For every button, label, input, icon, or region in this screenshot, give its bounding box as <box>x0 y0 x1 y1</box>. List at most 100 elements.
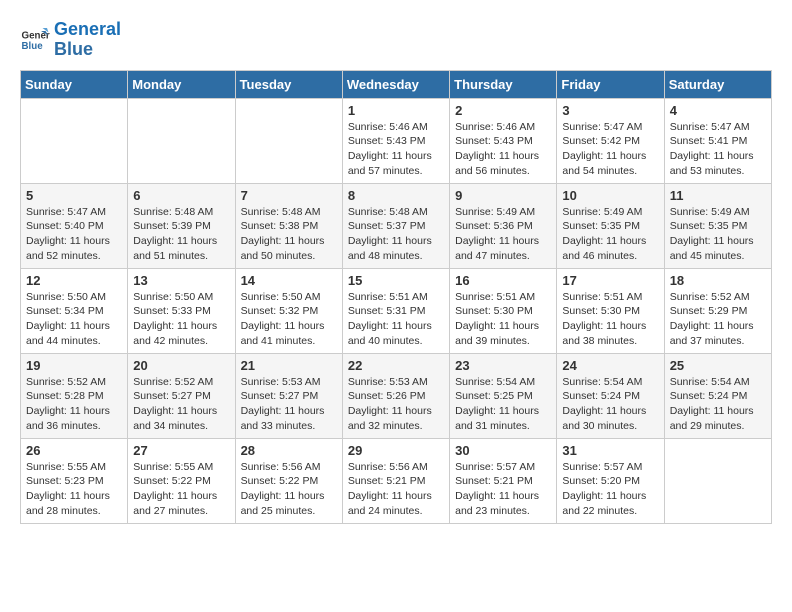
calendar-cell: 27 Sunrise: 5:55 AMSunset: 5:22 PMDayligh… <box>128 438 235 523</box>
calendar-cell <box>21 98 128 183</box>
day-number: 16 <box>455 273 551 288</box>
svg-text:Blue: Blue <box>22 41 44 52</box>
day-number: 21 <box>241 358 337 373</box>
cell-info: Sunrise: 5:52 AMSunset: 5:28 PMDaylight:… <box>26 375 122 434</box>
weekday-header: Saturday <box>664 70 771 98</box>
calendar-header-row: SundayMondayTuesdayWednesdayThursdayFrid… <box>21 70 772 98</box>
calendar-cell: 26 Sunrise: 5:55 AMSunset: 5:23 PMDayligh… <box>21 438 128 523</box>
calendar-cell: 29 Sunrise: 5:56 AMSunset: 5:21 PMDayligh… <box>342 438 449 523</box>
weekday-header: Sunday <box>21 70 128 98</box>
calendar-week-row: 19 Sunrise: 5:52 AMSunset: 5:28 PMDayligh… <box>21 353 772 438</box>
day-number: 10 <box>562 188 658 203</box>
calendar-table: SundayMondayTuesdayWednesdayThursdayFrid… <box>20 70 772 524</box>
cell-info: Sunrise: 5:50 AMSunset: 5:34 PMDaylight:… <box>26 290 122 349</box>
cell-info: Sunrise: 5:50 AMSunset: 5:33 PMDaylight:… <box>133 290 229 349</box>
day-number: 27 <box>133 443 229 458</box>
calendar-cell <box>128 98 235 183</box>
cell-info: Sunrise: 5:52 AMSunset: 5:29 PMDaylight:… <box>670 290 766 349</box>
cell-info: Sunrise: 5:55 AMSunset: 5:22 PMDaylight:… <box>133 460 229 519</box>
day-number: 26 <box>26 443 122 458</box>
day-number: 29 <box>348 443 444 458</box>
weekday-header: Wednesday <box>342 70 449 98</box>
cell-info: Sunrise: 5:49 AMSunset: 5:35 PMDaylight:… <box>562 205 658 264</box>
calendar-cell: 4 Sunrise: 5:47 AMSunset: 5:41 PMDaylight… <box>664 98 771 183</box>
cell-info: Sunrise: 5:53 AMSunset: 5:27 PMDaylight:… <box>241 375 337 434</box>
cell-info: Sunrise: 5:46 AMSunset: 5:43 PMDaylight:… <box>455 120 551 179</box>
cell-info: Sunrise: 5:47 AMSunset: 5:40 PMDaylight:… <box>26 205 122 264</box>
cell-info: Sunrise: 5:49 AMSunset: 5:35 PMDaylight:… <box>670 205 766 264</box>
day-number: 3 <box>562 103 658 118</box>
logo-icon: General Blue <box>20 25 50 55</box>
day-number: 24 <box>562 358 658 373</box>
cell-info: Sunrise: 5:56 AMSunset: 5:21 PMDaylight:… <box>348 460 444 519</box>
calendar-cell: 7 Sunrise: 5:48 AMSunset: 5:38 PMDaylight… <box>235 183 342 268</box>
day-number: 17 <box>562 273 658 288</box>
day-number: 2 <box>455 103 551 118</box>
calendar-cell: 9 Sunrise: 5:49 AMSunset: 5:36 PMDaylight… <box>450 183 557 268</box>
day-number: 31 <box>562 443 658 458</box>
calendar-week-row: 26 Sunrise: 5:55 AMSunset: 5:23 PMDayligh… <box>21 438 772 523</box>
day-number: 11 <box>670 188 766 203</box>
cell-info: Sunrise: 5:53 AMSunset: 5:26 PMDaylight:… <box>348 375 444 434</box>
day-number: 9 <box>455 188 551 203</box>
day-number: 5 <box>26 188 122 203</box>
weekday-header: Tuesday <box>235 70 342 98</box>
calendar-cell: 1 Sunrise: 5:46 AMSunset: 5:43 PMDaylight… <box>342 98 449 183</box>
calendar-cell: 6 Sunrise: 5:48 AMSunset: 5:39 PMDaylight… <box>128 183 235 268</box>
day-number: 14 <box>241 273 337 288</box>
day-number: 6 <box>133 188 229 203</box>
cell-info: Sunrise: 5:54 AMSunset: 5:25 PMDaylight:… <box>455 375 551 434</box>
calendar-cell: 10 Sunrise: 5:49 AMSunset: 5:35 PMDayligh… <box>557 183 664 268</box>
day-number: 12 <box>26 273 122 288</box>
day-number: 8 <box>348 188 444 203</box>
calendar-cell <box>664 438 771 523</box>
cell-info: Sunrise: 5:56 AMSunset: 5:22 PMDaylight:… <box>241 460 337 519</box>
day-number: 30 <box>455 443 551 458</box>
logo-text: GeneralBlue <box>54 20 121 60</box>
day-number: 18 <box>670 273 766 288</box>
logo: General Blue GeneralBlue <box>20 20 121 60</box>
calendar-cell: 12 Sunrise: 5:50 AMSunset: 5:34 PMDayligh… <box>21 268 128 353</box>
day-number: 28 <box>241 443 337 458</box>
calendar-cell: 13 Sunrise: 5:50 AMSunset: 5:33 PMDayligh… <box>128 268 235 353</box>
calendar-cell: 8 Sunrise: 5:48 AMSunset: 5:37 PMDaylight… <box>342 183 449 268</box>
calendar-cell: 24 Sunrise: 5:54 AMSunset: 5:24 PMDayligh… <box>557 353 664 438</box>
cell-info: Sunrise: 5:48 AMSunset: 5:38 PMDaylight:… <box>241 205 337 264</box>
day-number: 15 <box>348 273 444 288</box>
day-number: 19 <box>26 358 122 373</box>
cell-info: Sunrise: 5:54 AMSunset: 5:24 PMDaylight:… <box>562 375 658 434</box>
calendar-cell: 31Sunrise: 5:57 AMSunset: 5:20 PMDayligh… <box>557 438 664 523</box>
cell-info: Sunrise: 5:49 AMSunset: 5:36 PMDaylight:… <box>455 205 551 264</box>
cell-info: Sunrise: 5:52 AMSunset: 5:27 PMDaylight:… <box>133 375 229 434</box>
calendar-cell: 19 Sunrise: 5:52 AMSunset: 5:28 PMDayligh… <box>21 353 128 438</box>
calendar-cell: 2 Sunrise: 5:46 AMSunset: 5:43 PMDaylight… <box>450 98 557 183</box>
calendar-cell: 3 Sunrise: 5:47 AMSunset: 5:42 PMDaylight… <box>557 98 664 183</box>
day-number: 4 <box>670 103 766 118</box>
calendar-week-row: 1 Sunrise: 5:46 AMSunset: 5:43 PMDaylight… <box>21 98 772 183</box>
day-number: 25 <box>670 358 766 373</box>
calendar-cell: 22 Sunrise: 5:53 AMSunset: 5:26 PMDayligh… <box>342 353 449 438</box>
cell-info: Sunrise: 5:57 AMSunset: 5:21 PMDaylight:… <box>455 460 551 519</box>
cell-info: Sunrise: 5:46 AMSunset: 5:43 PMDaylight:… <box>348 120 444 179</box>
calendar-cell: 18 Sunrise: 5:52 AMSunset: 5:29 PMDayligh… <box>664 268 771 353</box>
calendar-cell <box>235 98 342 183</box>
cell-info: Sunrise: 5:48 AMSunset: 5:39 PMDaylight:… <box>133 205 229 264</box>
cell-info: Sunrise: 5:48 AMSunset: 5:37 PMDaylight:… <box>348 205 444 264</box>
cell-info: Sunrise: 5:47 AMSunset: 5:41 PMDaylight:… <box>670 120 766 179</box>
day-number: 22 <box>348 358 444 373</box>
calendar-cell: 25Sunrise: 5:54 AMSunset: 5:24 PMDayligh… <box>664 353 771 438</box>
calendar-cell: 16Sunrise: 5:51 AMSunset: 5:30 PMDayligh… <box>450 268 557 353</box>
calendar-week-row: 5 Sunrise: 5:47 AMSunset: 5:40 PMDaylight… <box>21 183 772 268</box>
calendar-cell: 30 Sunrise: 5:57 AMSunset: 5:21 PMDayligh… <box>450 438 557 523</box>
weekday-header: Monday <box>128 70 235 98</box>
calendar-cell: 14Sunrise: 5:50 AMSunset: 5:32 PMDayligh… <box>235 268 342 353</box>
cell-info: Sunrise: 5:51 AMSunset: 5:31 PMDaylight:… <box>348 290 444 349</box>
day-number: 1 <box>348 103 444 118</box>
cell-info: Sunrise: 5:47 AMSunset: 5:42 PMDaylight:… <box>562 120 658 179</box>
calendar-cell: 17Sunrise: 5:51 AMSunset: 5:30 PMDayligh… <box>557 268 664 353</box>
day-number: 13 <box>133 273 229 288</box>
cell-info: Sunrise: 5:55 AMSunset: 5:23 PMDaylight:… <box>26 460 122 519</box>
day-number: 7 <box>241 188 337 203</box>
day-number: 23 <box>455 358 551 373</box>
calendar-cell: 5 Sunrise: 5:47 AMSunset: 5:40 PMDaylight… <box>21 183 128 268</box>
